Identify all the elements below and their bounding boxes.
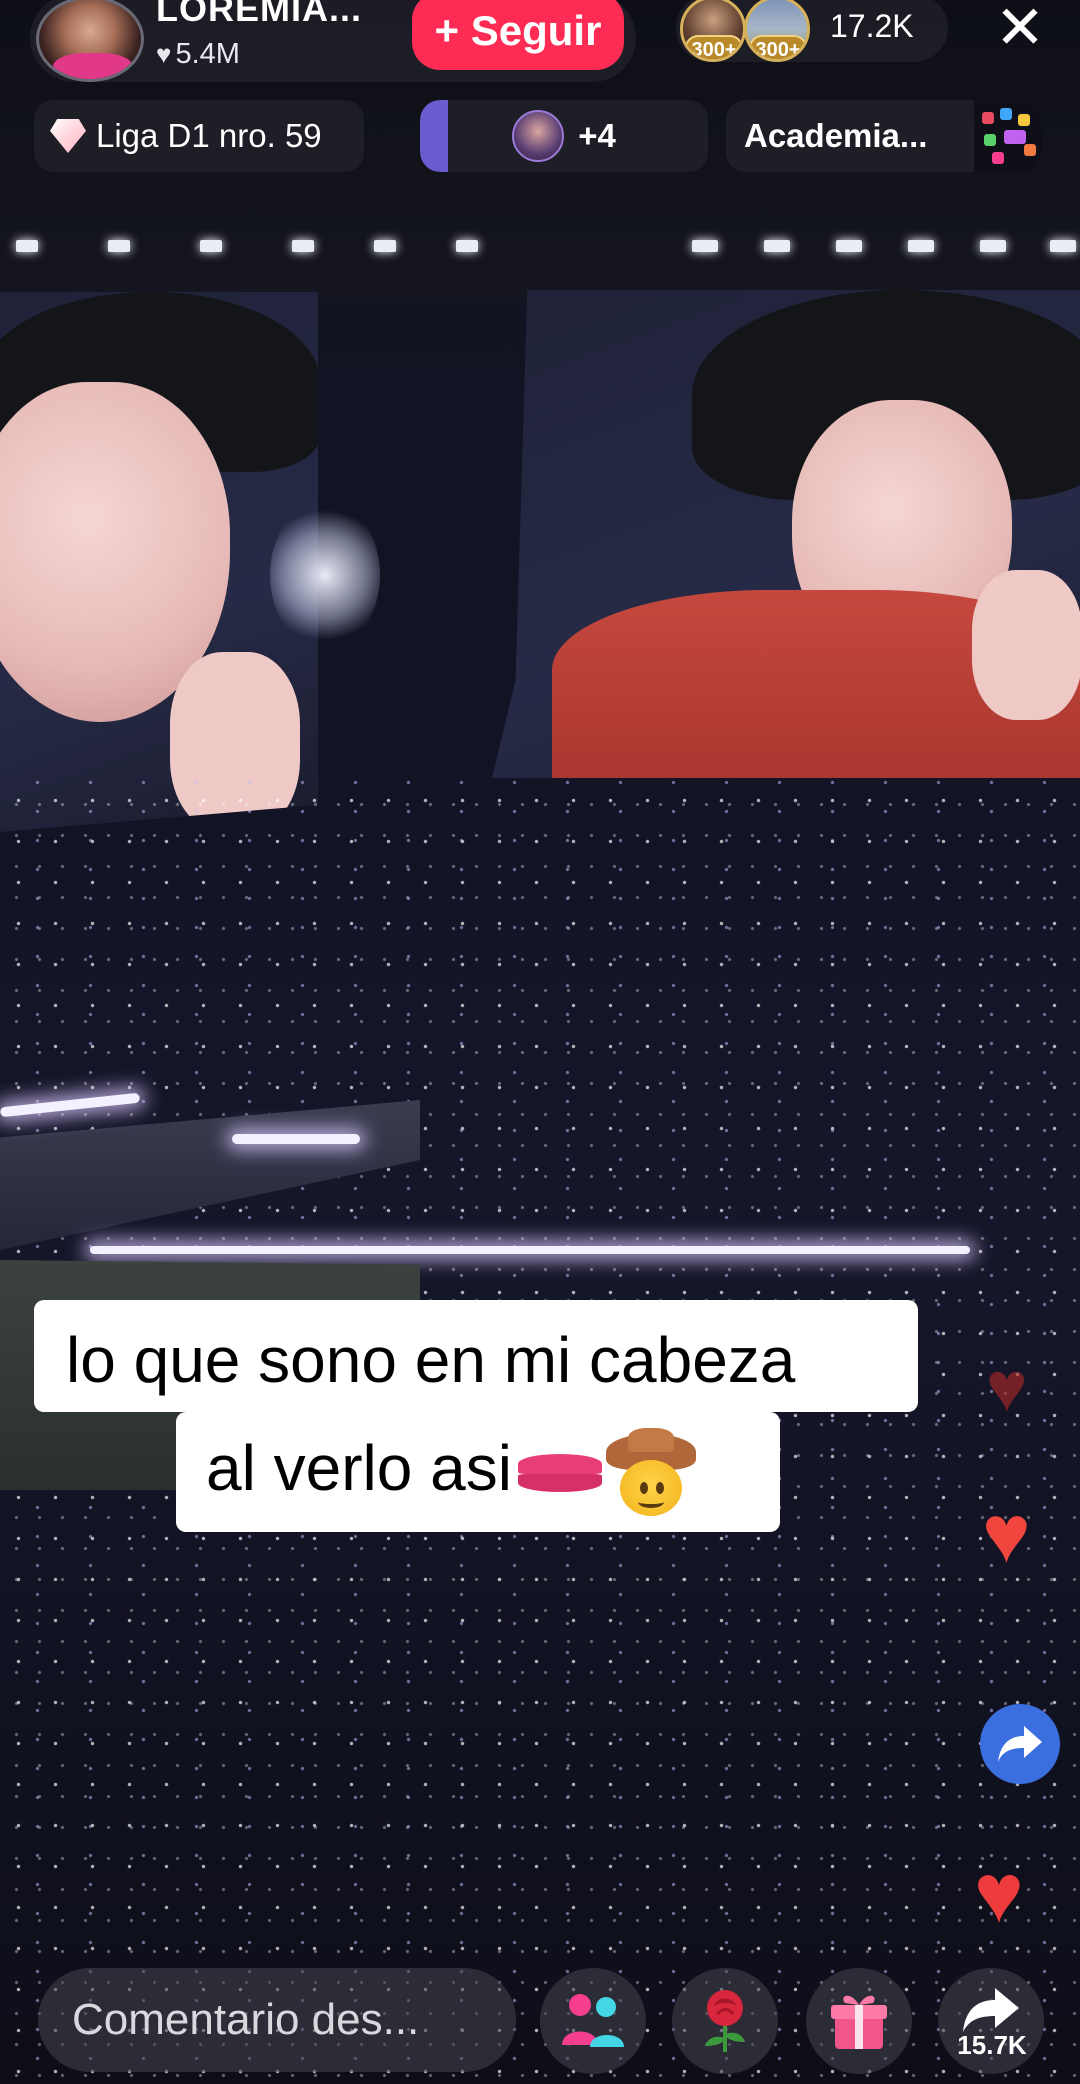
host-likes: ♥ 5.4M bbox=[156, 38, 240, 71]
heart-icon: ♥ bbox=[982, 1489, 1031, 1580]
live-header: LOREMIA... ♥ 5.4M + Seguir 300+ 300+ 17.2… bbox=[0, 0, 1080, 180]
caption-line-2: al verlo asi bbox=[176, 1412, 780, 1532]
share-icon[interactable] bbox=[980, 1704, 1060, 1784]
host-likes-count: 5.4M bbox=[175, 38, 240, 70]
close-icon[interactable]: ✕ bbox=[990, 0, 1050, 60]
guest-avatar bbox=[512, 110, 565, 162]
lips-icon bbox=[517, 1454, 602, 1493]
league-ranking-chip[interactable]: Liga D1 nro. 59 bbox=[34, 100, 364, 172]
viewer-count[interactable]: 17.2K bbox=[830, 8, 914, 45]
multi-guest-button[interactable] bbox=[540, 1968, 646, 2074]
league-label: Liga D1 nro. 59 bbox=[96, 117, 322, 154]
academy-live-thumbnail bbox=[974, 100, 1042, 172]
follow-button[interactable]: + Seguir bbox=[412, 0, 624, 70]
heart-icon: ♥ bbox=[986, 1348, 1028, 1426]
ceiling-lights bbox=[0, 240, 1080, 254]
top-viewer-avatar-2[interactable]: 300+ bbox=[744, 0, 810, 62]
right-video-screen bbox=[492, 290, 1080, 778]
share-icon bbox=[963, 1988, 1019, 2032]
viewer-badge: 300+ bbox=[685, 35, 743, 59]
guests-chip-accent bbox=[420, 100, 448, 172]
spotlight bbox=[270, 500, 380, 650]
live-video-frame bbox=[0, 0, 1080, 2084]
heart-icon: ♥ bbox=[974, 1846, 1024, 1940]
comment-input[interactable]: Comentario des... bbox=[38, 1968, 516, 2072]
share-count: 15.7K bbox=[957, 2030, 1027, 2060]
caption-text-1: lo que sono en mi cabeza bbox=[66, 1324, 796, 1396]
caption-line-1: lo que sono en mi cabeza bbox=[34, 1300, 918, 1412]
people-icon bbox=[562, 1994, 624, 2047]
cowboy-face-icon bbox=[605, 1428, 696, 1518]
rose-icon bbox=[705, 1990, 745, 2052]
caption-text-2: al verlo asi bbox=[206, 1432, 512, 1504]
host-name[interactable]: LOREMIA... bbox=[156, 0, 362, 30]
heart-icon: ♥ bbox=[156, 39, 172, 69]
academy-chip[interactable]: Academia... bbox=[726, 100, 1042, 172]
guests-count: +4 bbox=[578, 117, 616, 154]
stage-light bbox=[232, 1134, 360, 1144]
gift-icon bbox=[831, 1995, 887, 2049]
rose-gift-button[interactable] bbox=[672, 1968, 778, 2074]
academy-label: Academia... bbox=[744, 117, 928, 154]
stage-light-strip bbox=[90, 1246, 970, 1254]
diamond-icon bbox=[50, 119, 86, 153]
gift-button[interactable] bbox=[806, 1968, 912, 2074]
viewer-badge: 300+ bbox=[749, 35, 807, 59]
host-avatar[interactable] bbox=[36, 0, 144, 82]
top-viewer-avatar-1[interactable]: 300+ bbox=[680, 0, 746, 62]
guests-chip[interactable]: +4 bbox=[420, 100, 708, 172]
